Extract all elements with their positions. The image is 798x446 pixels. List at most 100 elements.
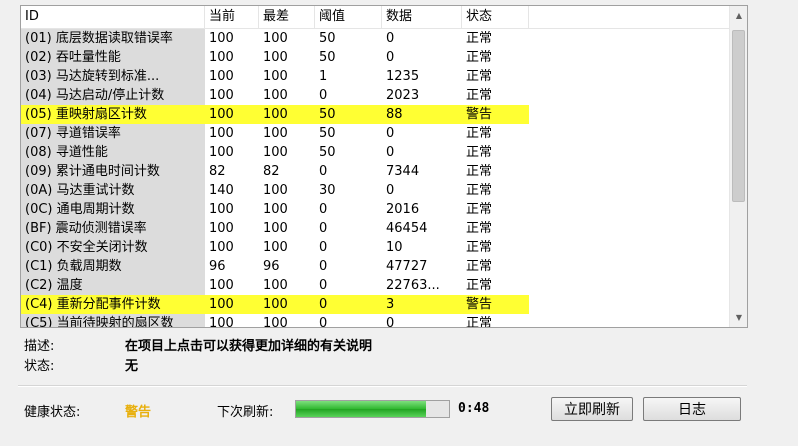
row-filler	[529, 257, 729, 276]
attr-status-cell: 正常	[466, 240, 493, 255]
attr-current-cell: 140	[209, 183, 234, 198]
attr-data-cell: 0	[386, 145, 395, 160]
row-filler	[529, 143, 729, 162]
attr-id-cell: (07) 寻道错误率	[21, 124, 205, 143]
attr-id-cell: (C4) 重新分配事件计数	[21, 295, 205, 314]
attr-status-cell: 正常	[466, 126, 493, 141]
attr-id-cell: (02) 吞吐量性能	[21, 48, 205, 67]
attr-worst-cell: 100	[263, 126, 288, 141]
table-row[interactable]: (05) 重映射扇区计数 100 100 50 88 警告	[21, 105, 729, 124]
next-refresh-label: 下次刷新:	[217, 405, 274, 420]
attr-worst-cell: 100	[263, 31, 288, 46]
table-row[interactable]: (02) 吞吐量性能 100 100 50 0 正常	[21, 48, 729, 67]
column-header-current[interactable]: 当前	[205, 6, 259, 28]
row-filler	[529, 105, 729, 124]
row-filler	[529, 86, 729, 105]
health-status-value: 警告	[125, 405, 152, 420]
attr-current-cell: 100	[209, 202, 234, 217]
table-row[interactable]: (C4) 重新分配事件计数 100 100 0 3 警告	[21, 295, 729, 314]
attr-current-cell: 100	[209, 221, 234, 236]
attr-worst-cell: 100	[263, 69, 288, 84]
attr-status-cell: 正常	[466, 278, 493, 293]
refresh-countdown: 0:48	[458, 401, 490, 416]
table-row[interactable]: (0A) 马达重试计数 140 100 30 0 正常	[21, 181, 729, 200]
arrow-down-icon[interactable]: ▼	[731, 309, 747, 326]
arrow-up-icon[interactable]: ▲	[731, 7, 747, 24]
attr-id-cell: (09) 累计通电时间计数	[21, 162, 205, 181]
table-row[interactable]: (C2) 温度 100 100 0 22763... 正常	[21, 276, 729, 295]
refresh-now-button[interactable]: 立即刷新	[551, 397, 633, 421]
table-row[interactable]: (BF) 震动侦测错误率 100 100 0 46454 正常	[21, 219, 729, 238]
column-header-worst[interactable]: 最差	[259, 6, 315, 28]
health-status-label: 健康状态:	[24, 405, 81, 420]
attr-current-cell: 100	[209, 50, 234, 65]
attr-current-cell: 100	[209, 126, 234, 141]
table-row[interactable]: (04) 马达启动/停止计数 100 100 0 2023 正常	[21, 86, 729, 105]
attr-id-cell: (0C) 通电周期计数	[21, 200, 205, 219]
attr-data-cell: 0	[386, 31, 395, 46]
attr-status-cell: 警告	[462, 105, 529, 124]
attr-threshold-cell: 0	[319, 278, 328, 293]
attr-id-cell: (05) 重映射扇区计数	[21, 105, 205, 124]
attr-data-cell: 47727	[386, 259, 428, 274]
attr-worst-cell: 100	[263, 50, 288, 65]
smart-attributes-list[interactable]: ID 当前 最差 阈值 数据 状态 (01) 底层数据读取错误率 100 100 50…	[20, 5, 748, 328]
attr-threshold-cell: 0	[319, 164, 328, 179]
table-row[interactable]: (09) 累计通电时间计数 82 82 0 7344 正常	[21, 162, 729, 181]
attr-threshold-cell: 0	[319, 88, 328, 103]
attr-threshold-cell: 50	[319, 145, 336, 160]
attr-data-cell: 46454	[386, 221, 428, 236]
row-filler	[529, 29, 729, 48]
attr-current-cell: 82	[209, 164, 226, 179]
attr-id-cell: (BF) 震动侦测错误率	[21, 219, 205, 238]
attr-id-cell: (03) 马达旋转到标准...	[21, 67, 205, 86]
table-row[interactable]: (0C) 通电周期计数 100 100 0 2016 正常	[21, 200, 729, 219]
attr-data-cell: 3	[382, 295, 462, 314]
row-filler	[529, 48, 729, 67]
attr-worst-cell: 100	[263, 221, 288, 236]
attr-id-cell: (0A) 马达重试计数	[21, 181, 205, 200]
attr-current-cell: 100	[209, 69, 234, 84]
attr-threshold-cell: 30	[319, 183, 336, 198]
attr-id-cell: (04) 马达启动/停止计数	[21, 86, 205, 105]
table-row[interactable]: (07) 寻道错误率 100 100 50 0 正常	[21, 124, 729, 143]
attr-current-cell: 96	[209, 259, 226, 274]
attr-threshold-cell: 50	[319, 50, 336, 65]
column-header-threshold[interactable]: 阈值	[315, 6, 382, 28]
attr-data-cell: 0	[386, 126, 395, 141]
log-button[interactable]: 日志	[643, 397, 741, 421]
attr-id-cell: (C0) 不安全关闭计数	[21, 238, 205, 257]
refresh-progress-bar	[295, 400, 450, 418]
attr-worst-cell: 100	[263, 88, 288, 103]
attr-status-cell: 正常	[466, 164, 493, 179]
attr-data-cell: 88	[382, 105, 462, 124]
column-header-data[interactable]: 数据	[382, 6, 462, 28]
vertical-scrollbar[interactable]: ▲ ▼	[729, 6, 747, 327]
column-header-status[interactable]: 状态	[462, 6, 529, 28]
attr-threshold-cell: 0	[315, 295, 382, 314]
scrollbar-thumb[interactable]	[732, 30, 745, 202]
list-header: ID 当前 最差 阈值 数据 状态	[21, 6, 729, 29]
attr-status-cell: 正常	[466, 259, 493, 274]
table-row[interactable]: (08) 寻道性能 100 100 50 0 正常	[21, 143, 729, 162]
table-row[interactable]: (03) 马达旋转到标准... 100 100 1 1235 正常	[21, 67, 729, 86]
attr-current-cell: 100	[209, 316, 234, 327]
description-label: 描述:	[24, 339, 55, 354]
table-row[interactable]: (C1) 负载周期数 96 96 0 47727 正常	[21, 257, 729, 276]
attr-current-cell: 100	[209, 88, 234, 103]
attr-worst-cell: 100	[263, 202, 288, 217]
column-header-id[interactable]: ID	[21, 6, 205, 28]
attr-status-cell: 警告	[462, 295, 529, 314]
divider	[18, 385, 747, 387]
table-row[interactable]: (01) 底层数据读取错误率 100 100 50 0 正常	[21, 29, 729, 48]
attr-worst-cell: 100	[263, 316, 288, 327]
attr-current-cell: 100	[205, 295, 259, 314]
table-row[interactable]: (C5) 当前待映射的扇区数 100 100 0 0 正常	[21, 314, 729, 327]
attr-status-cell: 正常	[466, 202, 493, 217]
attr-status-cell: 正常	[466, 50, 493, 65]
table-row[interactable]: (C0) 不安全关闭计数 100 100 0 10 正常	[21, 238, 729, 257]
attr-worst-cell: 100	[263, 240, 288, 255]
attr-status-cell: 正常	[466, 316, 493, 327]
attr-status-cell: 正常	[466, 221, 493, 236]
attr-data-cell: 10	[386, 240, 403, 255]
